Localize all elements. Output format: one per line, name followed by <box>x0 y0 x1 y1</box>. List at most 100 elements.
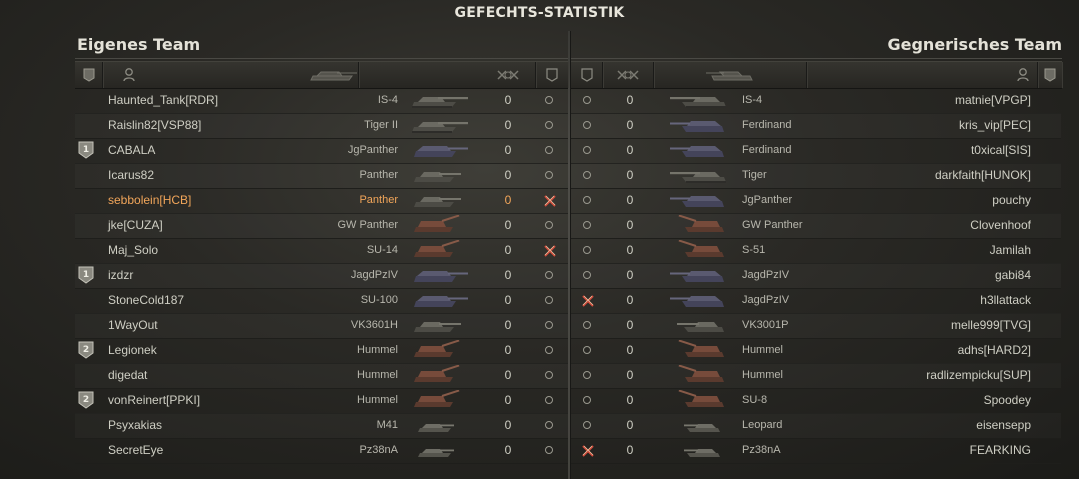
player-name: Icarus82 <box>108 168 155 182</box>
table-row[interactable]: 2 vonReinert[PPKI] Hummel 0 <box>75 388 568 414</box>
frags-count: 0 <box>626 243 634 257</box>
column-rank[interactable] <box>75 62 103 88</box>
player-name: 1WayOut <box>108 318 158 332</box>
tank-name: JagdPzIV <box>742 294 790 306</box>
player-name: h3llattack <box>980 293 1031 307</box>
player-name: Spoodey <box>983 393 1031 407</box>
frags-count: 0 <box>504 393 512 407</box>
table-row[interactable]: Maj_Solo SU-14 0 <box>75 238 568 264</box>
table-row[interactable]: 0 Hummel adhs[HARD2] <box>571 338 1061 364</box>
table-row[interactable]: sebbolein[HCB] Panther 0 <box>75 188 568 214</box>
spg-icon <box>414 339 460 357</box>
player-name: vonReinert[PPKI] <box>108 393 201 407</box>
table-row[interactable]: 0 Pz38nA FEARKING <box>571 438 1061 464</box>
table-row[interactable]: 0 SU-8 Spoodey <box>571 388 1061 414</box>
player-name: kris_vip[PEC] <box>958 118 1031 132</box>
alive-icon <box>543 119 557 133</box>
table-row[interactable]: StoneCold187 SU-100 0 <box>75 288 568 314</box>
alive-icon <box>543 219 557 233</box>
team-divider <box>568 31 570 479</box>
frags-count: 0 <box>504 218 512 232</box>
rank-badge-icon: 2 <box>78 341 94 359</box>
tank-name: Pz38nA <box>742 444 781 456</box>
table-row[interactable]: Haunted_Tank[RDR] IS-4 0 <box>75 88 568 114</box>
tank-name: Ferdinand <box>742 119 792 131</box>
svg-text:2: 2 <box>83 345 89 355</box>
frags-count: 0 <box>626 193 634 207</box>
alive-icon <box>581 244 595 258</box>
tank-name: Pz38nA <box>359 444 398 456</box>
tank-name: Hummel <box>357 394 398 406</box>
table-row[interactable]: 0 Ferdinand kris_vip[PEC] <box>571 113 1061 139</box>
table-row[interactable]: digedat Hummel 0 <box>75 363 568 389</box>
column-player[interactable] <box>103 62 359 88</box>
player-name: Legionek <box>108 343 157 357</box>
column-frags[interactable] <box>480 62 536 88</box>
td-icon <box>670 121 724 132</box>
tank-name: Hummel <box>357 344 398 356</box>
alive-icon <box>581 94 595 108</box>
frags-count: 0 <box>626 118 634 132</box>
alive-icon <box>543 269 557 283</box>
table-row[interactable]: jke[CUZA] GW Panther 0 <box>75 213 568 239</box>
frags-count: 0 <box>504 443 512 457</box>
alive-icon <box>581 369 595 383</box>
frags-count: 0 <box>626 218 634 232</box>
column-status[interactable] <box>536 62 568 88</box>
player-name: Haunted_Tank[RDR] <box>108 93 219 107</box>
table-row[interactable]: 0 VK3001P melle999[TVG] <box>571 313 1061 339</box>
destroyed-icon <box>543 244 557 258</box>
spg-icon <box>414 364 460 382</box>
table-row[interactable]: 0 GW Panther Clovenhoof <box>571 213 1061 239</box>
column-tank-enemy[interactable] <box>654 62 807 88</box>
tank-name: SU-8 <box>742 394 768 406</box>
player-name: Jamilah <box>989 243 1031 257</box>
table-row[interactable]: 0 Ferdinand t0xical[SIS] <box>571 138 1061 164</box>
player-name: matnie[VPGP] <box>954 93 1031 107</box>
player-name: Clovenhoof <box>970 218 1031 232</box>
table-row[interactable]: 0 JagdPzIV gabi84 <box>571 263 1061 289</box>
frags-count: 0 <box>504 143 512 157</box>
destroyed-icon <box>543 194 557 208</box>
column-rank-enemy[interactable] <box>1038 62 1062 88</box>
player-name: StoneCold187 <box>108 293 185 307</box>
tank-name: GW Panther <box>337 219 398 231</box>
alive-icon <box>581 219 595 233</box>
player-name: adhs[HARD2] <box>957 343 1031 357</box>
player-name: digedat <box>108 368 148 382</box>
right-header-line <box>571 58 1062 59</box>
table-row[interactable]: 0 Hummel radlizempicku[SUP] <box>571 363 1061 389</box>
table-row[interactable]: 0 Leopard eisensepp <box>571 413 1061 439</box>
light-tank-icon <box>418 424 454 432</box>
table-row[interactable]: Icarus82 Panther 0 <box>75 163 568 189</box>
tank-name: Leopard <box>742 419 783 431</box>
table-row[interactable]: Raislin82[VSP88] Tiger II 0 <box>75 113 568 139</box>
table-row[interactable]: Psyxakias M41 0 <box>75 413 568 439</box>
frags-count: 0 <box>504 268 512 282</box>
svg-text:1: 1 <box>83 270 89 280</box>
enemy-team-label: Gegnerisches Team <box>887 35 1062 54</box>
table-row[interactable]: 2 Legionek Hummel 0 <box>75 338 568 364</box>
frags-count: 0 <box>626 143 634 157</box>
frags-count: 0 <box>504 93 512 107</box>
player-name: darkfaith[HUNOK] <box>934 168 1031 182</box>
table-row[interactable]: 0 S-51 Jamilah <box>571 238 1061 264</box>
table-row[interactable]: 1 CABALA JgPanther 0 <box>75 138 568 164</box>
alive-icon <box>543 369 557 383</box>
heavy-tank-icon <box>670 172 726 183</box>
column-status-enemy[interactable] <box>571 62 603 88</box>
frags-count: 0 <box>504 418 512 432</box>
rank-badge-icon: 2 <box>78 391 94 409</box>
rank-icon <box>1044 68 1056 82</box>
table-row[interactable]: 0 Tiger darkfaith[HUNOK] <box>571 163 1061 189</box>
table-row[interactable]: 0 JgPanther pouchy <box>571 188 1061 214</box>
tank-name: Panther <box>359 194 398 206</box>
table-row[interactable]: 1WayOut VK3601H 0 <box>75 313 568 339</box>
table-row[interactable]: 1 izdzr JagdPzIV 0 <box>75 263 568 289</box>
column-frags-enemy[interactable] <box>603 62 654 88</box>
table-row[interactable]: 0 IS-4 matnie[VPGP] <box>571 88 1061 114</box>
right-column-header <box>571 61 1062 89</box>
column-player-enemy[interactable] <box>807 62 1038 88</box>
table-row[interactable]: 0 JagdPzIV h3llattack <box>571 288 1061 314</box>
table-row[interactable]: SecretEye Pz38nA 0 <box>75 438 568 464</box>
